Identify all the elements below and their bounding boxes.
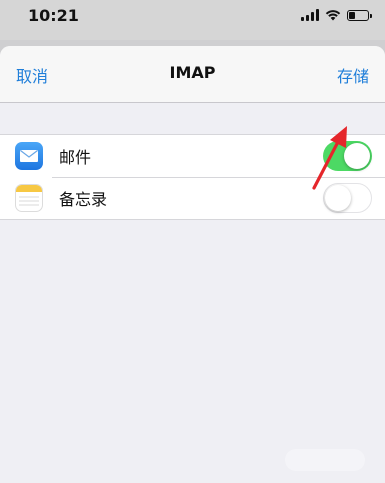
status-time: 10:21	[28, 6, 79, 25]
mail-app-icon	[15, 142, 43, 170]
battery-icon	[347, 9, 372, 21]
navigation-bar: 取消 IMAP 存储	[0, 46, 385, 103]
watermark	[285, 449, 365, 471]
page-title: IMAP	[169, 63, 216, 82]
cellular-signal-icon	[301, 9, 319, 21]
status-icons	[301, 9, 372, 21]
status-bar: 10:21	[0, 0, 385, 40]
notes-app-icon	[15, 184, 43, 212]
save-button[interactable]: 存储	[337, 63, 369, 87]
wifi-icon	[325, 10, 341, 21]
battery-level	[349, 11, 355, 19]
list-item-label: 邮件	[59, 148, 92, 167]
list-item-label: 备忘录	[59, 190, 108, 209]
annotation-arrow-icon	[312, 126, 347, 190]
imap-settings-sheet: 取消 IMAP 存储 邮件 备忘录	[0, 46, 385, 483]
phone-screen: 10:21 取消 IMAP 存储 邮件 备忘录	[0, 0, 385, 483]
